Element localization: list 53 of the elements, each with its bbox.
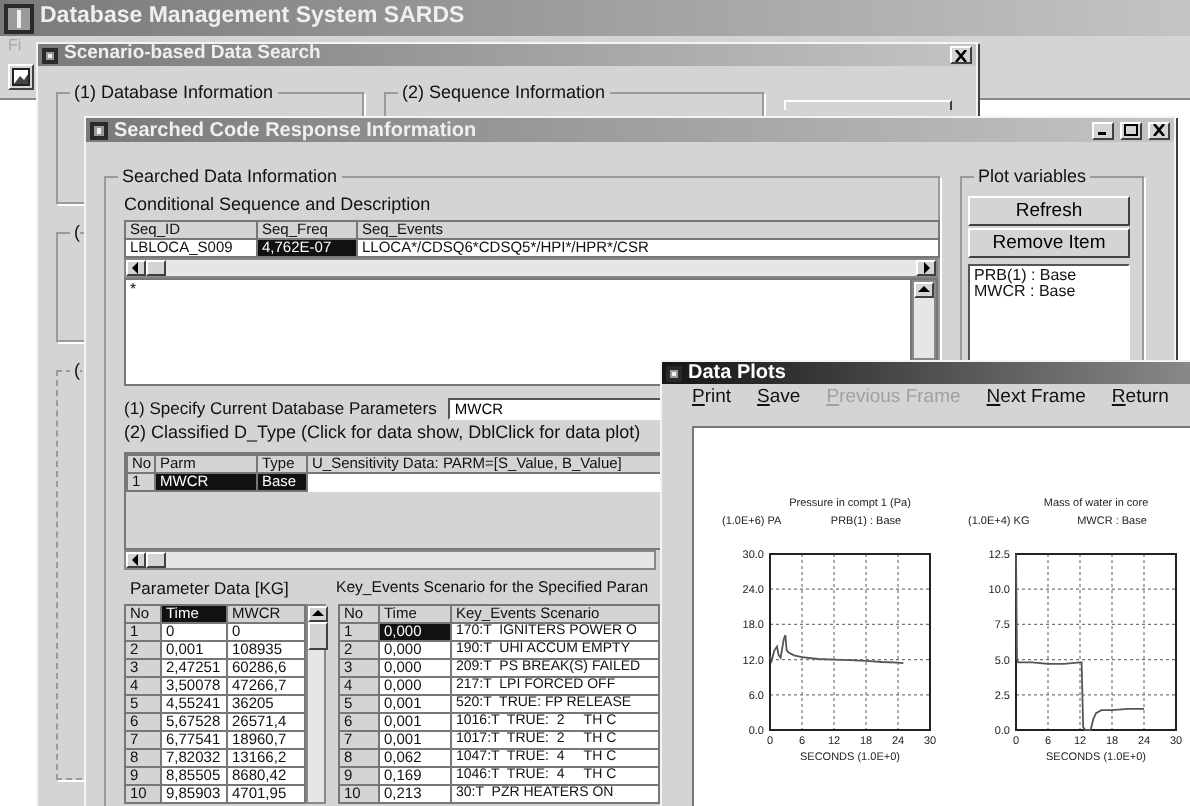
arrow-up-icon <box>310 606 326 622</box>
maximize-button[interactable] <box>1120 121 1142 139</box>
window-title: Scenario-based Data Search <box>64 40 321 69</box>
app-icon <box>666 365 682 381</box>
group-title: Plot variables <box>974 166 1091 188</box>
group-title: Searched Data Information <box>118 166 342 188</box>
scroll-left-button[interactable] <box>126 260 146 276</box>
window-title: Database Management System SARDS <box>40 2 465 33</box>
list-item[interactable]: PRB(1) : Base <box>974 268 1124 284</box>
arrow-right-icon <box>918 260 934 276</box>
data-line <box>769 634 905 665</box>
vertical-scrollbar[interactable] <box>306 604 326 804</box>
plot-button[interactable]: Remove Item <box>968 228 1130 258</box>
group-title: (1) Database Information <box>70 82 278 104</box>
section-label: Conditional Sequence and Description <box>124 192 433 216</box>
group-title: ( <box>70 222 80 244</box>
plot-button[interactable]: Refresh <box>968 196 1130 226</box>
menu-item[interactable]: Save <box>757 383 801 413</box>
scroll-right-button[interactable] <box>916 260 936 276</box>
picture-icon <box>12 68 30 86</box>
close-button[interactable] <box>950 46 972 64</box>
vertical-scrollbar[interactable] <box>912 280 936 360</box>
menu-item[interactable]: Print <box>692 383 732 413</box>
arrow-up-icon <box>916 282 932 298</box>
section-label: (2) Classified D_Type (Click for data show, DblClick for data plot) <box>124 422 643 444</box>
maximize-icon <box>1124 124 1138 136</box>
group-title: ( <box>70 360 80 382</box>
close-button[interactable] <box>1148 121 1170 139</box>
menu-item[interactable]: Next Frame <box>986 383 1086 413</box>
scroll-up-button[interactable] <box>308 606 328 622</box>
minimize-button[interactable] <box>1092 121 1114 139</box>
arrow-left-icon <box>128 552 144 568</box>
list-item[interactable]: MWCR : Base <box>974 284 1124 300</box>
horizontal-scrollbar[interactable] <box>124 550 656 570</box>
app-icon <box>90 121 108 139</box>
menu-item[interactable]: Return <box>1111 383 1169 413</box>
scroll-up-button[interactable] <box>914 282 934 298</box>
toolbar-button[interactable] <box>8 64 34 90</box>
window-title: Searched Code Response Information <box>114 117 477 145</box>
app-icon <box>4 3 34 33</box>
app-icon <box>42 47 58 63</box>
window-title: Data Plots <box>688 360 786 388</box>
horizontal-scrollbar[interactable] <box>124 258 938 278</box>
scroll-thumb[interactable] <box>146 552 166 568</box>
arrow-left-icon <box>128 260 144 276</box>
scroll-left-button[interactable] <box>126 552 146 568</box>
scroll-thumb[interactable] <box>146 260 166 276</box>
field-label: (1) Specify Current Database Parameters <box>124 398 437 420</box>
scroll-thumb[interactable] <box>308 622 328 650</box>
group-title: (2) Sequence Information <box>398 82 610 104</box>
section-label: Parameter Data [KG] <box>128 578 291 598</box>
close-icon <box>1152 124 1166 136</box>
close-icon <box>954 49 968 61</box>
